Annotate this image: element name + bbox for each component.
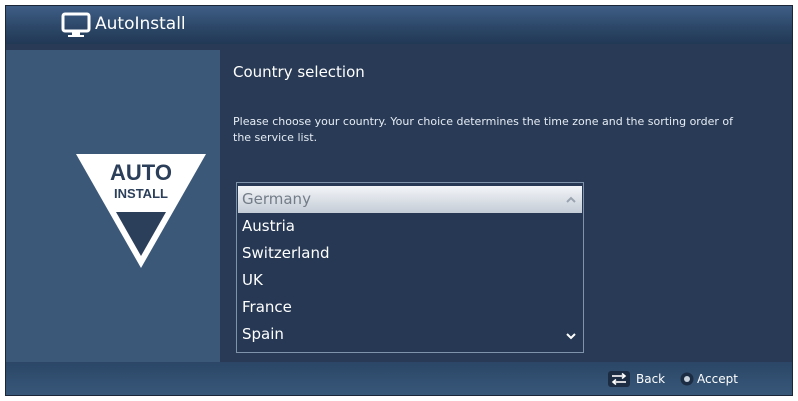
ok-button-icon bbox=[680, 372, 694, 386]
side-panel: AUTO INSTALL bbox=[6, 50, 220, 362]
main-content: Country selection Please choose your cou… bbox=[220, 50, 792, 362]
back-arrows-icon bbox=[608, 371, 630, 387]
footer-bar: Back Accept bbox=[6, 362, 792, 395]
chevron-up-icon[interactable] bbox=[565, 195, 577, 205]
list-item-selected[interactable]: Germany bbox=[238, 186, 582, 213]
autoinstall-screen: AutoInstall AUTO INSTALL Country selecti… bbox=[5, 5, 793, 396]
chevron-down-icon[interactable] bbox=[565, 331, 577, 341]
list-item[interactable]: Austria bbox=[238, 213, 582, 240]
accept-label[interactable]: Accept bbox=[697, 370, 738, 388]
logo-text-install: INSTALL bbox=[114, 186, 168, 201]
logo-text-auto: AUTO bbox=[110, 160, 172, 185]
list-item[interactable]: France bbox=[238, 294, 582, 321]
list-item[interactable]: Spain bbox=[238, 321, 582, 348]
page-title: Country selection bbox=[233, 63, 365, 81]
auto-install-logo: AUTO INSTALL bbox=[74, 152, 208, 270]
list-item[interactable]: UK bbox=[238, 267, 582, 294]
title-bar: AutoInstall bbox=[6, 6, 792, 44]
back-label[interactable]: Back bbox=[636, 370, 665, 388]
tv-icon bbox=[61, 12, 91, 37]
window-title: AutoInstall bbox=[95, 14, 186, 34]
list-item[interactable]: Switzerland bbox=[238, 240, 582, 267]
description-text: Please choose your country. Your choice … bbox=[233, 115, 733, 144]
country-listbox[interactable]: Germany Austria Switzerland UK France Sp… bbox=[236, 182, 584, 353]
